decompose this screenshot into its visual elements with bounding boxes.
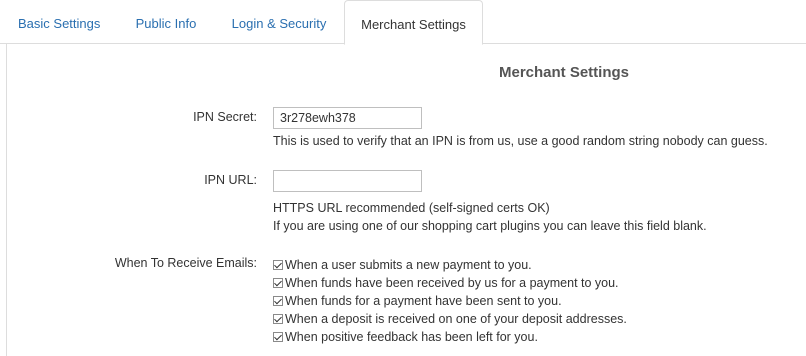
email-option-deposit-received[interactable]: When a deposit is received on one of you… <box>273 310 793 328</box>
email-preferences-label: When To Receive Emails: <box>114 256 257 270</box>
section-title: Merchant Settings <box>498 64 630 81</box>
checkbox-checked-icon[interactable] <box>273 278 283 288</box>
email-option-label: When a user submits a new payment to you… <box>285 258 532 272</box>
email-option-positive-feedback[interactable]: When positive feedback has been left for… <box>273 328 793 346</box>
checkbox-checked-icon[interactable] <box>273 260 283 270</box>
tab-basic-settings[interactable]: Basic Settings <box>6 0 118 44</box>
checkbox-checked-icon[interactable] <box>273 296 283 306</box>
ipn-url-help-recommendation: HTTPS URL recommended (self-signed certs… <box>273 201 550 215</box>
ipn-secret-help: This is used to verify that an IPN is fr… <box>273 134 768 148</box>
checkbox-checked-icon[interactable] <box>273 314 283 324</box>
email-option-label: When a deposit is received on one of you… <box>285 312 627 326</box>
settings-tabs: Basic Settings Public Info Login & Secur… <box>0 0 806 45</box>
ipn-url-input[interactable] <box>273 170 422 192</box>
tab-login-security[interactable]: Login & Security <box>214 0 344 44</box>
email-preferences-list: When a user submits a new payment to you… <box>273 256 793 346</box>
ipn-url-help-plugins: If you are using one of our shopping car… <box>273 219 707 233</box>
tab-merchant-settings[interactable]: Merchant Settings <box>344 0 483 45</box>
email-option-funds-received[interactable]: When funds have been received by us for … <box>273 274 793 292</box>
checkbox-checked-icon[interactable] <box>273 332 283 342</box>
ipn-secret-input[interactable] <box>273 107 422 129</box>
email-option-label: When positive feedback has been left for… <box>285 330 538 344</box>
email-option-label: When funds have been received by us for … <box>285 276 619 290</box>
ipn-url-label: IPN URL: <box>204 173 257 187</box>
email-option-funds-sent[interactable]: When funds for a payment have been sent … <box>273 292 793 310</box>
email-option-new-payment[interactable]: When a user submits a new payment to you… <box>273 256 793 274</box>
tab-public-info[interactable]: Public Info <box>118 0 214 44</box>
email-option-label: When funds for a payment have been sent … <box>285 294 562 308</box>
ipn-secret-label: IPN Secret: <box>193 110 257 124</box>
